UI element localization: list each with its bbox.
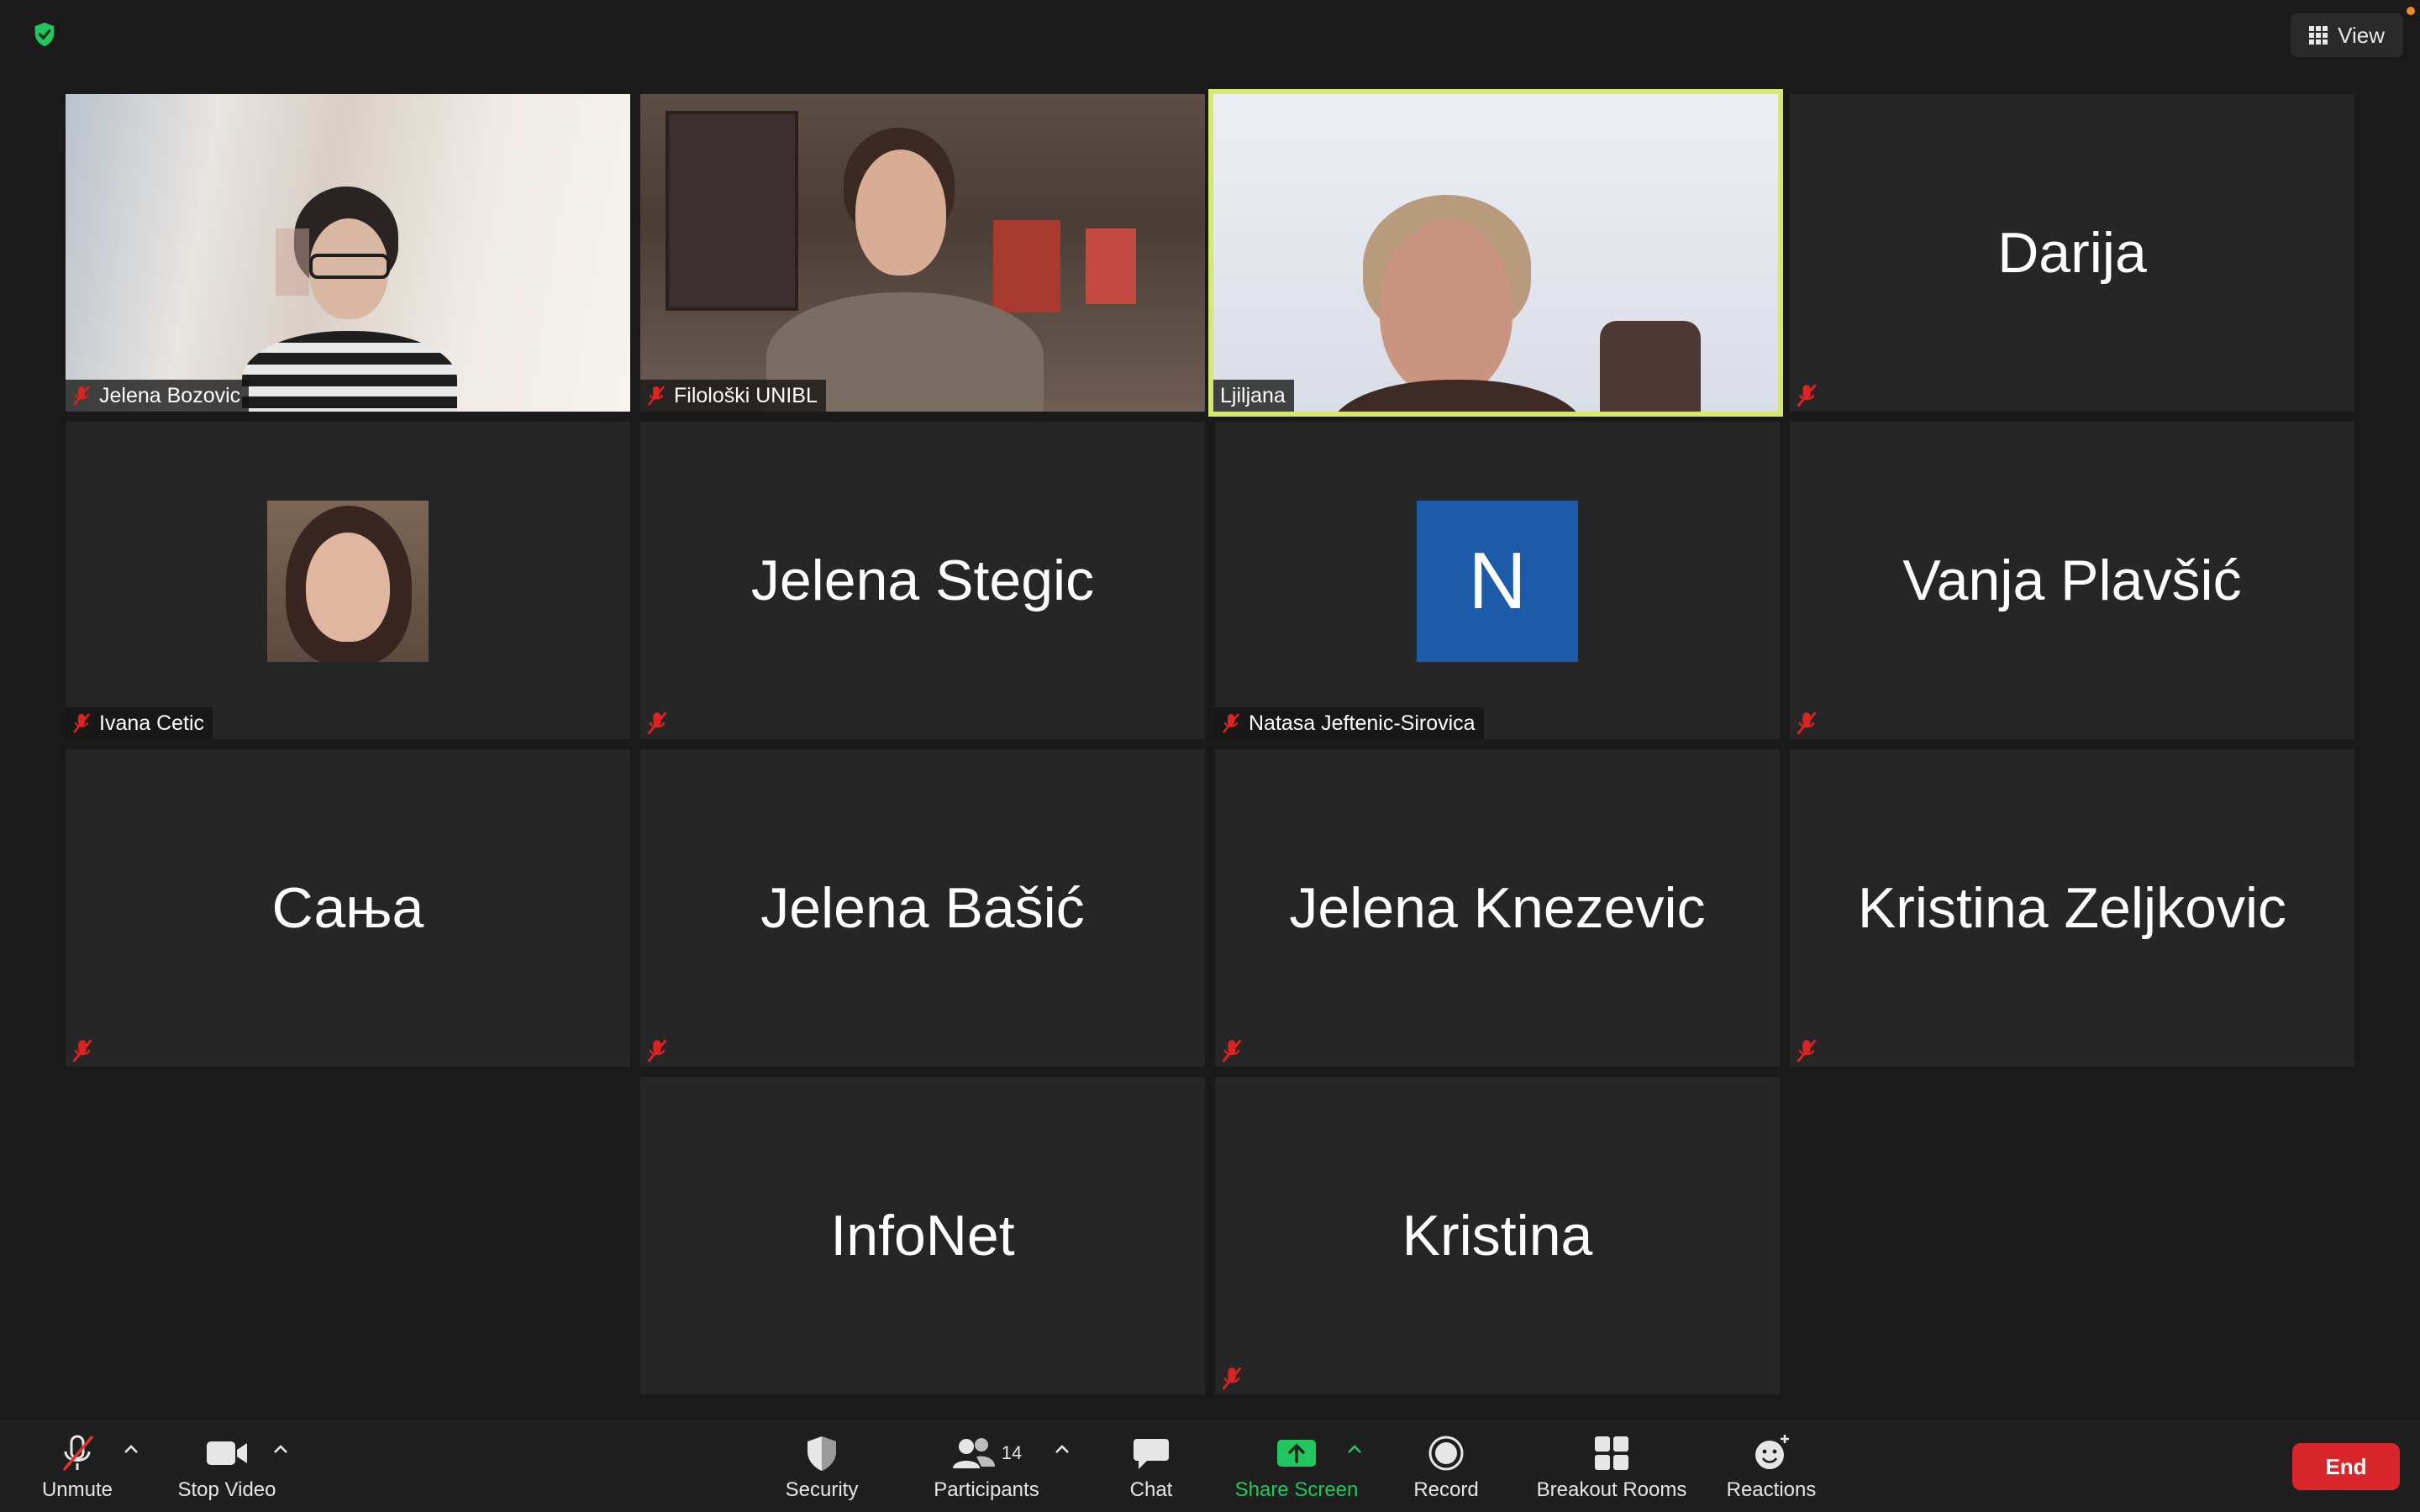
- participants-label: Participants: [934, 1478, 1039, 1501]
- participant-tile[interactable]: Сања: [66, 749, 630, 1067]
- security-label: Security: [785, 1478, 859, 1501]
- participant-tile[interactable]: Vanja Plavšić: [1790, 422, 2354, 739]
- reactions-label: Reactions: [1726, 1478, 1817, 1501]
- muted-mic-icon: [1222, 1039, 1242, 1063]
- participant-display-name: Сања: [271, 876, 424, 940]
- participant-nametag: Filološki UNIBL: [640, 380, 826, 412]
- participant-tile[interactable]: Kristina Zeljkovic: [1790, 749, 2354, 1067]
- breakout-rooms-grid-icon: [1595, 1436, 1628, 1470]
- participant-tile[interactable]: Darija: [1790, 94, 2354, 412]
- participant-tile[interactable]: InfoNet: [640, 1077, 1205, 1394]
- stop-video-label: Stop Video: [177, 1478, 276, 1501]
- participant-name: Jelena Bozovic: [99, 383, 241, 407]
- chat-label: Chat: [1129, 1478, 1173, 1501]
- participant-display-name: Vanja Plavšić: [1902, 549, 2242, 612]
- background-frame: [666, 111, 798, 311]
- participant-display-name: Kristina: [1402, 1204, 1593, 1268]
- participant-nametag: Natasa Jeftenic-Sirovica: [1215, 707, 1484, 739]
- background-poster: [993, 220, 1060, 312]
- participants-count: 14: [1001, 1442, 1023, 1463]
- participants-options-caret-icon[interactable]: [1054, 1443, 1071, 1455]
- chair-shape: [1600, 321, 1701, 412]
- muted-mic-icon: [1222, 1367, 1242, 1390]
- end-meeting-button[interactable]: End: [2292, 1443, 2400, 1490]
- chat-bubble-icon: [1134, 1439, 1169, 1469]
- participant-display-name: Jelena Knezevic: [1289, 876, 1706, 940]
- participant-body: [242, 331, 457, 412]
- participant-tile[interactable]: Filološki UNIBL: [640, 94, 1205, 412]
- background-poster: [1086, 228, 1136, 304]
- record-button[interactable]: Record: [1408, 1433, 1484, 1504]
- participant-nametag: Ivana Cetic: [66, 707, 213, 739]
- muted-mic-icon: [647, 711, 667, 735]
- participant-face: [855, 150, 946, 276]
- participant-tile[interactable]: Jelena Knezevic: [1215, 749, 1780, 1067]
- muted-mic-icon: [647, 1039, 667, 1063]
- participant-tile[interactable]: Jelena Stegic: [640, 422, 1205, 739]
- participant-face: [306, 533, 390, 642]
- muted-microphone-icon: [62, 1435, 94, 1472]
- participant-display-name: Jelena Bašić: [760, 876, 1085, 940]
- participant-tile[interactable]: Kristina: [1215, 1077, 1780, 1394]
- unmute-label: Unmute: [41, 1478, 113, 1501]
- muted-mic-icon: [648, 386, 665, 406]
- participant-display-name: Jelena Stegic: [750, 549, 1095, 612]
- meeting-toolbar: Unmute Stop Video Security 14 Participan…: [0, 1420, 2420, 1512]
- participant-avatar: N: [1417, 501, 1578, 662]
- participant-tile-active-speaker[interactable]: Ljiljana: [1208, 89, 1783, 417]
- participant-name: Filološki UNIBL: [674, 383, 818, 407]
- audio-options-caret-icon[interactable]: [123, 1443, 139, 1455]
- participant-tile[interactable]: N Natasa Jeftenic-Sirovica: [1215, 422, 1780, 739]
- stop-video-button[interactable]: Stop Video: [168, 1433, 286, 1504]
- participant-name: Ivana Cetic: [99, 711, 205, 735]
- muted-mic-icon: [1223, 713, 1239, 733]
- participants-people-icon: [952, 1438, 995, 1468]
- participant-tile[interactable]: Jelena Bašić: [640, 749, 1205, 1067]
- chat-button[interactable]: Chat: [1118, 1433, 1185, 1504]
- share-screen-label: Share Screen: [1234, 1478, 1359, 1501]
- muted-mic-icon: [72, 1039, 92, 1063]
- muted-mic-icon: [1797, 384, 1817, 407]
- video-camera-icon: [207, 1441, 247, 1465]
- participant-display-name: InfoNet: [830, 1204, 1015, 1268]
- muted-mic-icon: [1797, 1039, 1817, 1063]
- participant-face: [1380, 220, 1512, 396]
- participant-display-name: Darija: [1997, 221, 2147, 285]
- unmute-button[interactable]: Unmute: [34, 1433, 121, 1504]
- glasses-shape: [309, 254, 390, 279]
- share-options-caret-icon[interactable]: [1346, 1443, 1363, 1455]
- participant-name: Natasa Jeftenic-Sirovica: [1249, 711, 1476, 735]
- record-icon: [1428, 1436, 1464, 1471]
- participant-tile[interactable]: Jelena Bozovic: [66, 94, 630, 412]
- muted-mic-icon: [73, 386, 90, 406]
- participant-profile-photo: [267, 501, 429, 662]
- participant-nametag: Ljiljana: [1213, 380, 1294, 412]
- participant-tile[interactable]: Ivana Cetic: [66, 422, 630, 739]
- reactions-button[interactable]: Reactions: [1723, 1433, 1820, 1504]
- smiley-plus-icon: [1755, 1435, 1789, 1469]
- muted-mic-icon: [1797, 711, 1817, 735]
- participant-display-name: Kristina Zeljkovic: [1857, 876, 2287, 940]
- security-shield-icon: [808, 1436, 836, 1471]
- share-screen-icon: [1277, 1440, 1316, 1467]
- background-shape: [276, 228, 309, 296]
- breakout-rooms-label: Breakout Rooms: [1536, 1478, 1687, 1501]
- participants-button[interactable]: 14 Participants: [921, 1433, 1052, 1504]
- participant-nametag: Jelena Bozovic: [66, 380, 250, 412]
- video-options-caret-icon[interactable]: [272, 1443, 289, 1455]
- participant-name: Ljiljana: [1220, 383, 1286, 407]
- gallery-grid: Jelena Bozovic Filološki UNIBL Ljiljana …: [0, 0, 2420, 1420]
- participant-body: [1331, 380, 1583, 412]
- breakout-rooms-button[interactable]: Breakout Rooms: [1529, 1433, 1694, 1504]
- record-label: Record: [1413, 1478, 1479, 1501]
- security-button[interactable]: Security: [771, 1433, 872, 1504]
- muted-mic-icon: [73, 713, 90, 733]
